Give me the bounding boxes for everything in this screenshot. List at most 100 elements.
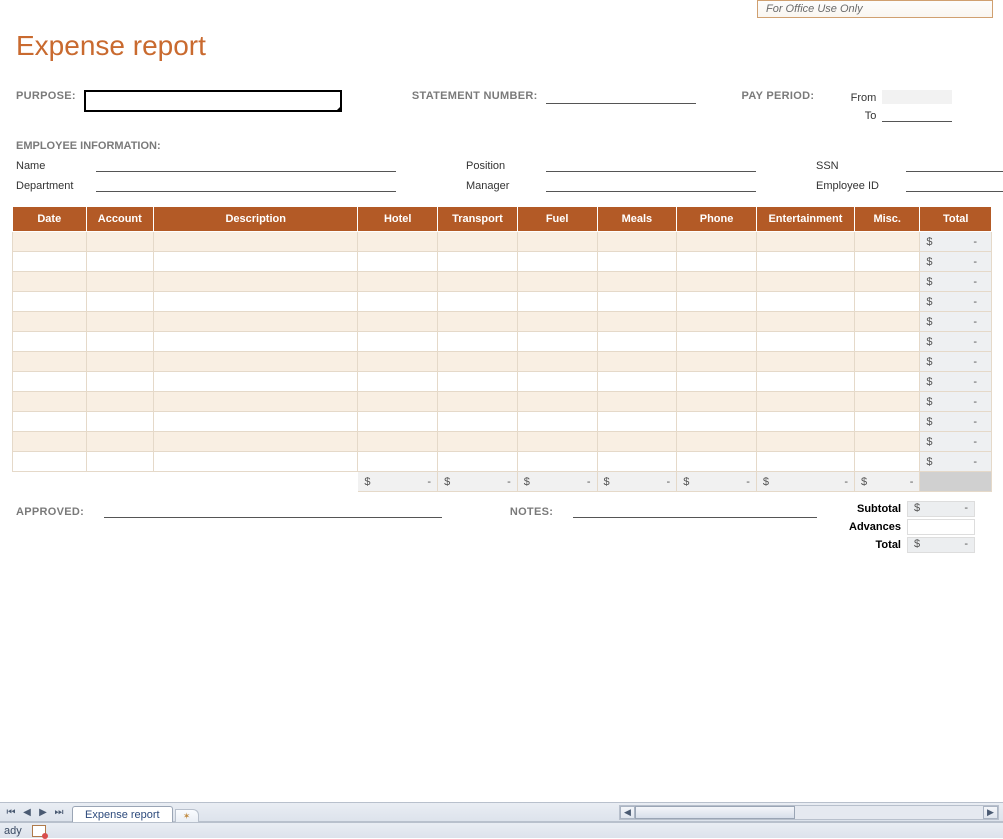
table-cell[interactable] (358, 452, 438, 472)
table-cell[interactable] (756, 352, 854, 372)
table-cell[interactable] (677, 292, 757, 312)
table-cell[interactable] (597, 312, 677, 332)
table-cell[interactable] (154, 352, 358, 372)
table-cell[interactable] (597, 252, 677, 272)
table-cell[interactable] (756, 412, 854, 432)
name-input[interactable] (96, 158, 396, 172)
nav-prev-icon[interactable]: ◀ (20, 805, 34, 819)
table-cell[interactable] (358, 392, 438, 412)
table-cell[interactable] (154, 392, 358, 412)
horizontal-scrollbar[interactable]: ◀ ▶ (619, 805, 999, 820)
table-cell[interactable] (86, 392, 153, 412)
ssn-input[interactable] (906, 158, 1003, 172)
table-cell[interactable] (13, 312, 87, 332)
table-cell[interactable] (517, 352, 597, 372)
table-cell[interactable] (438, 392, 518, 412)
empid-input[interactable] (906, 178, 1003, 192)
table-cell[interactable] (154, 272, 358, 292)
table-cell[interactable] (855, 272, 920, 292)
scroll-track[interactable] (635, 806, 983, 819)
table-cell[interactable] (756, 432, 854, 452)
table-cell[interactable] (438, 372, 518, 392)
table-cell[interactable] (597, 432, 677, 452)
table-cell[interactable] (13, 352, 87, 372)
table-cell[interactable] (597, 372, 677, 392)
manager-input[interactable] (546, 178, 756, 192)
table-cell[interactable] (677, 252, 757, 272)
table-cell[interactable] (855, 232, 920, 252)
table-cell[interactable] (13, 232, 87, 252)
advances-input[interactable] (907, 519, 975, 535)
macro-record-icon[interactable] (32, 825, 46, 837)
table-cell[interactable] (517, 312, 597, 332)
table-cell[interactable] (438, 412, 518, 432)
table-cell[interactable] (13, 392, 87, 412)
table-cell[interactable] (13, 432, 87, 452)
table-cell[interactable] (597, 452, 677, 472)
table-cell[interactable] (154, 432, 358, 452)
table-cell[interactable] (855, 412, 920, 432)
table-cell[interactable] (438, 312, 518, 332)
scroll-right-icon[interactable]: ▶ (983, 806, 998, 819)
table-cell[interactable] (677, 272, 757, 292)
to-date-input[interactable] (882, 108, 952, 122)
table-cell[interactable] (597, 332, 677, 352)
table-cell[interactable] (13, 372, 87, 392)
table-cell[interactable] (855, 332, 920, 352)
table-cell[interactable] (517, 332, 597, 352)
position-input[interactable] (546, 158, 756, 172)
table-cell[interactable] (86, 372, 153, 392)
table-cell[interactable] (855, 372, 920, 392)
table-cell[interactable] (855, 292, 920, 312)
table-cell[interactable] (358, 312, 438, 332)
table-cell[interactable] (86, 252, 153, 272)
table-cell[interactable] (358, 292, 438, 312)
nav-next-icon[interactable]: ▶ (36, 805, 50, 819)
table-cell[interactable] (358, 272, 438, 292)
scroll-left-icon[interactable]: ◀ (620, 806, 635, 819)
approved-input[interactable] (104, 504, 442, 518)
nav-first-icon[interactable]: ⏮ (4, 805, 18, 819)
table-cell[interactable] (358, 252, 438, 272)
table-cell[interactable] (855, 432, 920, 452)
table-cell[interactable] (597, 352, 677, 372)
table-cell[interactable] (13, 412, 87, 432)
table-cell[interactable] (86, 452, 153, 472)
department-input[interactable] (96, 178, 396, 192)
scroll-thumb[interactable] (635, 806, 795, 819)
notes-input[interactable] (573, 504, 817, 518)
table-cell[interactable] (756, 452, 854, 472)
table-cell[interactable] (677, 352, 757, 372)
table-cell[interactable] (597, 232, 677, 252)
table-cell[interactable] (358, 432, 438, 452)
new-sheet-button[interactable]: ✶ (175, 809, 199, 823)
table-cell[interactable] (756, 292, 854, 312)
table-cell[interactable] (438, 432, 518, 452)
table-cell[interactable] (13, 332, 87, 352)
table-cell[interactable] (13, 252, 87, 272)
table-cell[interactable] (677, 232, 757, 252)
table-cell[interactable] (677, 312, 757, 332)
table-cell[interactable] (438, 252, 518, 272)
table-cell[interactable] (86, 292, 153, 312)
table-cell[interactable] (756, 252, 854, 272)
table-cell[interactable] (86, 332, 153, 352)
table-cell[interactable] (438, 292, 518, 312)
table-cell[interactable] (13, 292, 87, 312)
table-cell[interactable] (677, 332, 757, 352)
table-cell[interactable] (438, 272, 518, 292)
table-cell[interactable] (855, 392, 920, 412)
table-cell[interactable] (756, 372, 854, 392)
table-cell[interactable] (597, 272, 677, 292)
table-cell[interactable] (86, 412, 153, 432)
sheet-tab-expense-report[interactable]: Expense report (72, 806, 173, 822)
from-date-input[interactable] (882, 90, 952, 104)
table-cell[interactable] (517, 432, 597, 452)
statement-number-input[interactable] (546, 90, 696, 104)
table-cell[interactable] (756, 312, 854, 332)
table-cell[interactable] (358, 332, 438, 352)
table-cell[interactable] (13, 272, 87, 292)
table-cell[interactable] (677, 392, 757, 412)
table-cell[interactable] (154, 372, 358, 392)
table-cell[interactable] (154, 232, 358, 252)
